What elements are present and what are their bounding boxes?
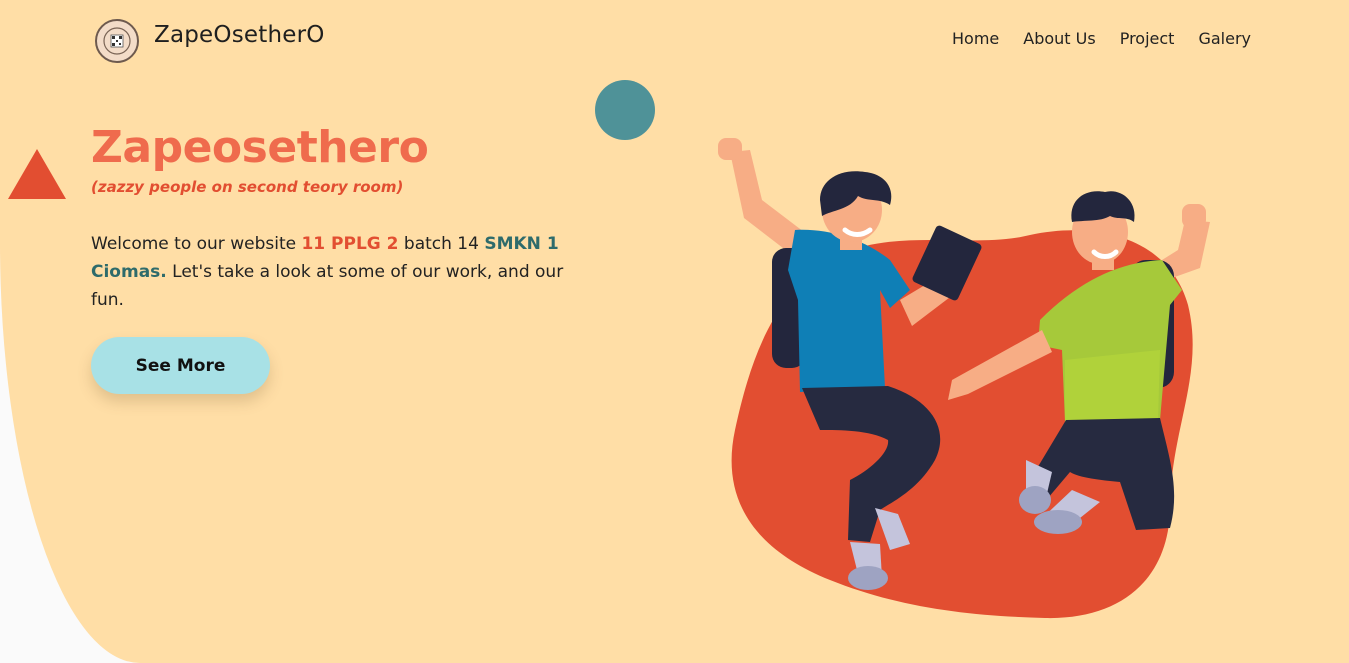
brand-name[interactable]: ZapeOsetherO [154, 22, 325, 48]
hero-title: Zapeosethero [91, 122, 429, 173]
decorative-circle [595, 80, 655, 140]
jumping-students-illustration [700, 130, 1220, 630]
class-name-highlight: 11 PPLG 2 [301, 234, 399, 254]
welcome-mid: batch 14 [398, 234, 485, 254]
navbar: ZapeOsetherO Home About Us Project Galer… [0, 0, 1349, 80]
see-more-button[interactable]: See More [91, 337, 270, 394]
logo-badge-icon[interactable] [95, 19, 139, 63]
nav-link-about-us[interactable]: About Us [1023, 29, 1095, 48]
welcome-text: Welcome to our website 11 PPLG 2 batch 1… [91, 230, 581, 314]
nav-link-project[interactable]: Project [1120, 29, 1175, 48]
decorative-triangle [8, 149, 66, 199]
welcome-prefix: Welcome to our website [91, 234, 302, 254]
nav-link-home[interactable]: Home [952, 29, 999, 48]
nav-menu: Home About Us Project Galery [952, 29, 1251, 48]
hero-subtitle: (zazzy people on second teory room) [91, 178, 404, 196]
nav-link-galery[interactable]: Galery [1198, 29, 1251, 48]
